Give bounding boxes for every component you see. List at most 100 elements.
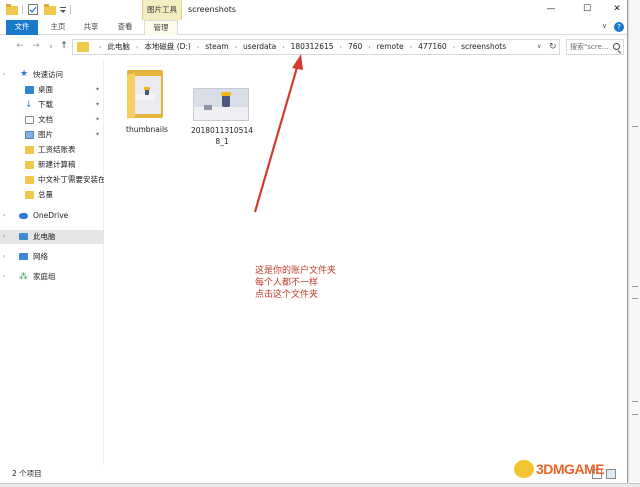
pin-icon[interactable]: ✦: [95, 98, 100, 112]
chevron-right-icon[interactable]: ›: [3, 250, 5, 264]
network-icon: [19, 253, 28, 260]
back-arrow-icon[interactable]: ←: [14, 40, 26, 53]
star-icon: ★: [20, 69, 29, 79]
recent-locations-icon[interactable]: ∨: [45, 40, 57, 53]
tab-home[interactable]: 主页: [45, 20, 71, 35]
forward-arrow-icon[interactable]: →: [30, 40, 42, 53]
ribbon-tabs: 文件 主页 共享 查看 管理 ∨ ?: [0, 20, 627, 35]
sidebar-item-this-pc[interactable]: › 此电脑: [0, 230, 104, 244]
picture-tools-group: 图片工具: [142, 0, 182, 20]
chevron-right-icon[interactable]: ›: [334, 41, 348, 55]
new-folder-icon[interactable]: [44, 4, 56, 15]
sidebar-item-folder[interactable]: 总量: [0, 188, 104, 202]
sidebar-item-downloads[interactable]: ↓ 下载 ✦: [0, 98, 104, 112]
chevron-right-icon[interactable]: ›: [3, 270, 5, 284]
address-history-icon[interactable]: ∨: [537, 40, 541, 54]
sidebar-item-quick-access[interactable]: › ★ 快速访问: [0, 68, 104, 82]
chevron-right-icon[interactable]: ›: [3, 230, 5, 244]
breadcrumb-local-disk[interactable]: 本地磁盘 (D:): [144, 40, 191, 54]
address-bar[interactable]: › 此电脑 › 本地磁盘 (D:) › steam › userdata › 180312615 ›…: [72, 39, 560, 55]
breadcrumb-remote[interactable]: remote: [377, 40, 404, 54]
file-name: thumbnails: [126, 125, 168, 134]
taskbar-edge: [0, 483, 640, 487]
chevron-right-icon[interactable]: ›: [3, 209, 5, 223]
search-input[interactable]: 搜索"scre...: [566, 39, 624, 55]
toolbar-separator: [22, 5, 23, 14]
desktop-edge: [628, 0, 640, 487]
annotation-line: 这是你的账户文件夹: [255, 266, 337, 276]
breadcrumb-760[interactable]: 760: [348, 40, 362, 54]
sidebar-item-pictures[interactable]: 图片 ✦: [0, 128, 104, 142]
chevron-right-icon[interactable]: ›: [362, 41, 376, 55]
chevron-right-icon[interactable]: ›: [276, 41, 290, 55]
pictures-icon: [25, 131, 34, 139]
help-icon[interactable]: ?: [614, 22, 624, 32]
folder-icon: [6, 4, 18, 15]
sidebar-item-homegroup[interactable]: › ⁂ 家庭组: [0, 270, 104, 284]
maximize-button[interactable]: ☐: [573, 0, 601, 20]
close-button[interactable]: ✕: [603, 0, 631, 20]
cloud-icon: [19, 213, 28, 219]
sidebar-item-label: 家庭组: [33, 272, 56, 281]
annotation-line: 每个人都不一样: [255, 278, 319, 288]
breadcrumb-477160[interactable]: 477160: [418, 40, 447, 54]
tab-share[interactable]: 共享: [78, 20, 104, 35]
chevron-right-icon[interactable]: ›: [93, 41, 107, 55]
tab-file[interactable]: 文件: [6, 20, 38, 35]
pin-icon[interactable]: ✦: [95, 113, 100, 127]
mascot-icon: [514, 460, 534, 478]
sidebar-item-folder[interactable]: 工资结账表: [0, 143, 104, 157]
chevron-right-icon[interactable]: ›: [229, 41, 243, 55]
chevron-right-icon[interactable]: ›: [447, 41, 461, 55]
file-list: thumbnails 20180113105148_1 这是你的账户文件夹 每个…: [105, 60, 627, 465]
chevron-right-icon[interactable]: ›: [3, 68, 5, 82]
search-icon[interactable]: [613, 43, 620, 50]
desktop-icon: [25, 86, 34, 94]
chevron-right-icon[interactable]: ›: [191, 41, 205, 55]
sidebar-item-documents[interactable]: 文档 ✦: [0, 113, 104, 127]
folder-icon: [25, 161, 34, 169]
sidebar-item-label: 新建计算稿: [38, 160, 76, 169]
breadcrumb-screenshots[interactable]: screenshots: [461, 40, 506, 54]
breadcrumb-steam[interactable]: steam: [205, 40, 228, 54]
pin-icon[interactable]: ✦: [95, 83, 100, 97]
customize-toolbar-icon[interactable]: [60, 4, 66, 15]
refresh-icon[interactable]: ↻: [549, 40, 557, 54]
sidebar-item-folder[interactable]: 新建计算稿: [0, 158, 104, 172]
document-icon: [25, 116, 34, 124]
watermark-logo: 3DMGAME: [514, 458, 626, 480]
sidebar-item-label: OneDrive: [33, 211, 69, 220]
pin-icon[interactable]: ✦: [95, 128, 100, 142]
sidebar-item-network[interactable]: › 网络: [0, 250, 104, 264]
breadcrumb-this-pc[interactable]: 此电脑: [107, 40, 130, 54]
minimize-button[interactable]: —: [537, 0, 565, 20]
folder-icon: [127, 68, 163, 119]
watermark-text: 3DMGAME: [536, 461, 605, 477]
sidebar-item-label: 文档: [38, 115, 53, 124]
sidebar-item-label: 此电脑: [33, 232, 56, 241]
file-explorer-window: 图片工具 screenshots — ☐ ✕ 文件 主页 共享 查看 管理 ∨ …: [0, 0, 628, 483]
chevron-right-icon[interactable]: ›: [130, 41, 144, 55]
chevron-right-icon[interactable]: ›: [404, 41, 418, 55]
annotation-line: 点击这个文件夹: [255, 290, 319, 300]
tab-manage[interactable]: 管理: [144, 20, 178, 35]
folder-icon: [25, 146, 34, 154]
sidebar-item-label: 工资结账表: [38, 145, 76, 154]
sidebar-item-desktop[interactable]: 桌面 ✦: [0, 83, 104, 97]
sidebar-item-label: 网络: [33, 252, 48, 261]
properties-icon[interactable]: [28, 4, 38, 15]
sidebar-item-label: 总量: [38, 190, 53, 199]
up-arrow-icon[interactable]: ↑: [58, 40, 70, 53]
sidebar-item-onedrive[interactable]: › OneDrive: [0, 209, 104, 223]
file-name: 20180113105148_1: [190, 126, 254, 146]
ribbon-expand-icon[interactable]: ∨: [602, 22, 607, 30]
folder-icon: [77, 42, 89, 52]
breadcrumb-userdata[interactable]: userdata: [243, 40, 276, 54]
sidebar-item-folder[interactable]: 中文补丁需要安装在: [0, 173, 104, 187]
sidebar-item-label: 图片: [38, 130, 53, 139]
sidebar-item-label: 下载: [38, 100, 53, 109]
breadcrumb-account-id[interactable]: 180312615: [291, 40, 334, 54]
image-thumbnail: [193, 88, 249, 121]
folder-icon: [25, 191, 34, 199]
tab-view[interactable]: 查看: [112, 20, 138, 35]
